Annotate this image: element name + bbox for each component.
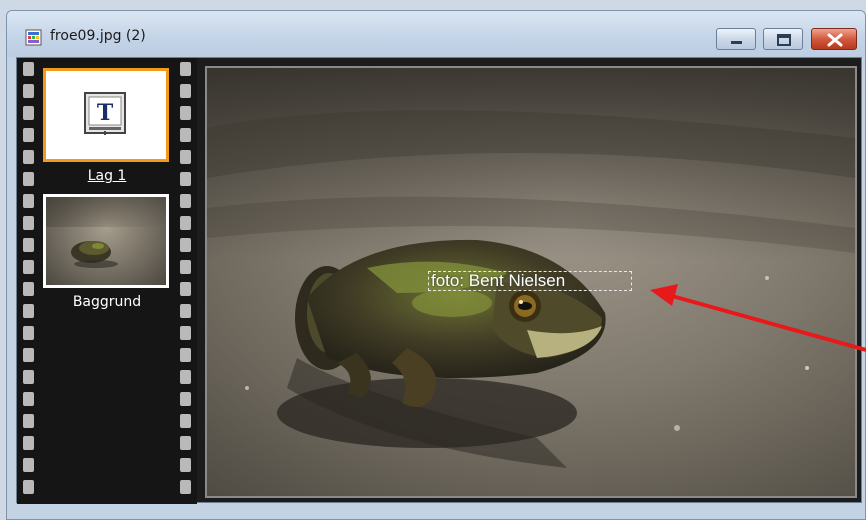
image-canvas[interactable]: foto: Bent Nielsen [205,66,857,498]
window-title: froe09.jpg (2) [50,28,146,44]
minimize-icon [731,41,742,44]
restore-button[interactable] [763,28,803,50]
layer-item-baggrund[interactable]: Baggrund [43,194,171,310]
image-file-icon [25,29,42,46]
layer-thumbnail-selected[interactable]: T [43,68,169,162]
minimize-button[interactable] [716,28,756,50]
text-layer-icon: T [84,92,126,135]
close-button[interactable] [811,28,857,50]
document-area: T Lag 1 Baggrund foto: Bent Nielsen [16,57,862,504]
film-sprockets-left [23,62,35,502]
image-window: froe09.jpg (2) T Lag 1 Baggrund foto: Be… [6,10,866,520]
text-object[interactable]: foto: Bent Nielsen [428,271,632,291]
layer-item-lag1[interactable]: T Lag 1 [43,68,171,184]
layer-label[interactable]: Baggrund [43,294,171,310]
background-thumbnail-image [46,197,166,285]
restore-icon [777,34,791,46]
layer-thumbnail[interactable] [43,194,169,288]
film-sprockets-right [180,62,192,502]
layer-label[interactable]: Lag 1 [43,168,171,184]
title-bar[interactable]: froe09.jpg (2) [7,11,865,57]
svg-text:T: T [97,100,114,126]
close-icon [827,33,843,47]
layers-panel: T Lag 1 Baggrund [17,58,197,504]
